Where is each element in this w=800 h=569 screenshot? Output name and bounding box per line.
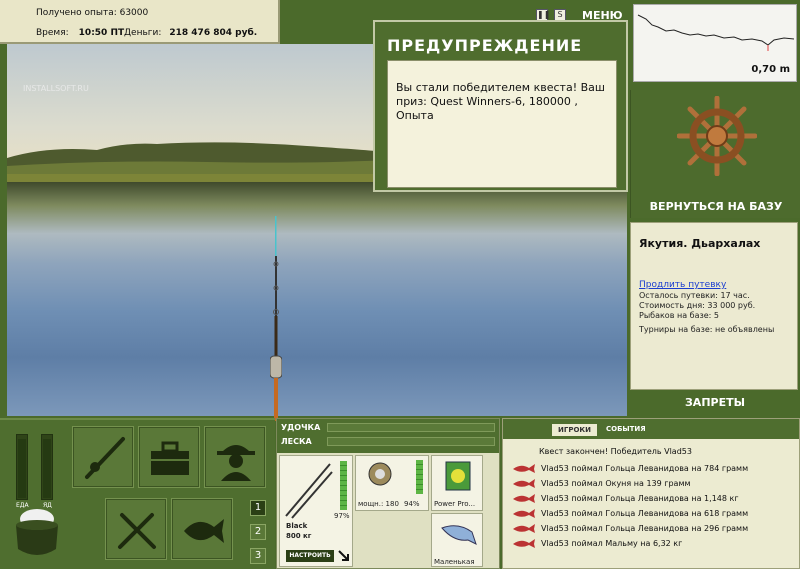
rod-durability-bar bbox=[340, 461, 347, 510]
slot-1[interactable]: 1 bbox=[250, 500, 266, 516]
player-info-bar: Получено опыта: 63000 Время: 10:50 ПТ Ден… bbox=[0, 0, 280, 44]
depth-value: 0,70 m bbox=[751, 64, 790, 75]
rod-label: УДОЧКА bbox=[281, 423, 321, 432]
fish-icon bbox=[513, 464, 535, 473]
permit-remaining: Осталось путевки: 17 час. bbox=[639, 291, 750, 300]
depth-profile: 0,70 m bbox=[633, 4, 797, 82]
rods-button[interactable] bbox=[72, 426, 134, 488]
food-meter bbox=[16, 434, 28, 500]
tackle-box-button[interactable] bbox=[138, 426, 200, 488]
time-value: 10:50 ПТ bbox=[78, 28, 125, 38]
rod-load: 800 кг bbox=[286, 532, 312, 540]
tackle-panel: УДОЧКА ЛЕСКА 97% Black 800 кг НАСТРОИТЬ … bbox=[276, 418, 500, 569]
money-label: Деньги: bbox=[124, 28, 162, 38]
fish-icon bbox=[513, 539, 535, 548]
catch-text: Vlad53 поймал Гольца Леванидова на 296 г… bbox=[541, 524, 749, 533]
list-item: Vlad53 поймал Окуня на 139 грамм bbox=[511, 476, 797, 491]
location-info: Якутия. Дьархалах Продлить путевку Остал… bbox=[630, 222, 798, 390]
warning-dialog[interactable]: ПРЕДУПРЕЖДЕНИЕ Вы стали победителем квес… bbox=[373, 20, 628, 192]
fish-icon bbox=[513, 479, 535, 488]
line-tension-bar bbox=[327, 437, 495, 446]
fish-icon bbox=[184, 519, 224, 543]
knife-fork-icon bbox=[118, 513, 156, 549]
bans-button[interactable]: ЗАПРЕТЫ bbox=[630, 392, 800, 416]
setup-button[interactable]: НАСТРОИТЬ bbox=[286, 550, 334, 562]
list-item: Vlad53 поймал Гольца Леванидова на 296 г… bbox=[511, 521, 797, 536]
money-display: Деньги: 218 476 804 руб. bbox=[124, 28, 257, 38]
reel-percent: 94% bbox=[404, 500, 420, 508]
tackle-box-icon bbox=[151, 441, 189, 475]
rod-name: Black bbox=[286, 522, 308, 530]
catch-text: Vlad53 поймал Гольца Леванидова на 618 г… bbox=[541, 509, 749, 518]
arrow-icon bbox=[338, 550, 349, 561]
bait-pot-icon[interactable] bbox=[10, 505, 64, 561]
rod-image bbox=[285, 463, 333, 519]
list-item: Vlad53 поймал Мальму на 6,32 кг bbox=[511, 536, 797, 551]
day-cost: Стоимость дня: 33 000 руб. bbox=[639, 301, 756, 310]
line-label: ЛЕСКА bbox=[281, 437, 312, 446]
tournaments-status: Турниры на базе: не объявлены bbox=[639, 325, 775, 334]
warning-title: ПРЕДУПРЕЖДЕНИЕ bbox=[387, 36, 583, 55]
watermark-text: INSTALLSOFT.RU bbox=[23, 84, 89, 93]
catch-button[interactable] bbox=[171, 498, 233, 560]
tab-events[interactable]: СОБЫТИЯ bbox=[599, 423, 652, 437]
warning-message: Вы стали победителем квеста! Ваш приз: Q… bbox=[387, 60, 617, 188]
ship-wheel-icon bbox=[677, 96, 757, 176]
poison-meter bbox=[41, 434, 53, 500]
quest-result-text: Квест закончен! Победитель Vlad53 bbox=[539, 447, 692, 456]
lure-name: Маленькая bbox=[434, 558, 475, 566]
fish-icon bbox=[513, 524, 535, 533]
money-value: 218 476 804 руб. bbox=[169, 28, 258, 38]
return-to-base-panel[interactable]: ВЕРНУТЬСЯ НА БАЗУ bbox=[630, 90, 800, 218]
fish-icon bbox=[513, 509, 535, 518]
catch-text: Vlad53 поймал Гольца Леванидова на 1,148… bbox=[541, 494, 739, 503]
fishing-rod[interactable] bbox=[270, 216, 282, 421]
fishing-line-spool-icon bbox=[445, 461, 471, 491]
slot-2[interactable]: 2 bbox=[250, 524, 266, 540]
extend-permit-link[interactable]: Продлить путевку bbox=[639, 280, 789, 290]
reel-slot[interactable]: мощн.: 180 94% bbox=[355, 455, 429, 511]
time-display: Время: 10:50 ПТ bbox=[36, 28, 124, 38]
catch-text: Vlad53 поймал Мальму на 6,32 кг bbox=[541, 539, 683, 548]
lure-slot[interactable]: Маленькая bbox=[431, 513, 483, 567]
rod-slot[interactable]: 97% Black 800 кг НАСТРОИТЬ bbox=[279, 455, 353, 567]
fisherman-icon bbox=[217, 445, 255, 481]
fish-icon bbox=[513, 494, 535, 503]
line-slot[interactable]: Power Pro... bbox=[431, 455, 483, 511]
reel-power: мощн.: 180 bbox=[358, 500, 399, 508]
list-item: Vlad53 поймал Гольца Леванидова на 784 г… bbox=[511, 461, 797, 476]
rod-tension-bar bbox=[327, 423, 495, 432]
return-to-base-button[interactable]: ВЕРНУТЬСЯ НА БАЗУ bbox=[631, 200, 800, 213]
location-name: Якутия. Дьархалах bbox=[639, 237, 761, 250]
anglers-count: Рыбаков на базе: 5 bbox=[639, 311, 719, 320]
time-label: Время: bbox=[36, 28, 69, 38]
lure-icon bbox=[441, 525, 477, 545]
water bbox=[7, 182, 627, 416]
reel-durability-bar bbox=[416, 460, 423, 494]
events-tabs: ИГРОКИ СОБЫТИЯ bbox=[551, 423, 652, 437]
food-button[interactable] bbox=[105, 498, 167, 560]
list-item: Vlad53 поймал Гольца Леванидова на 1,148… bbox=[511, 491, 797, 506]
tab-players[interactable]: ИГРОКИ bbox=[551, 423, 598, 437]
list-item: Vlad53 поймал Гольца Леванидова на 618 г… bbox=[511, 506, 797, 521]
catch-text: Vlad53 поймал Гольца Леванидова на 784 г… bbox=[541, 464, 749, 473]
reel-image bbox=[368, 462, 392, 486]
game-screen: INSTALLSOFT.RU Получено опыта: 63000 Вре… bbox=[0, 0, 800, 569]
experience-text: Получено опыта: 63000 bbox=[36, 8, 149, 18]
catch-text: Vlad53 поймал Окуня на 139 грамм bbox=[541, 479, 691, 488]
slot-3[interactable]: 3 bbox=[250, 548, 266, 564]
events-panel: ИГРОКИ СОБЫТИЯ Квест закончен! Победител… bbox=[502, 418, 800, 569]
line-name: Power Pro... bbox=[434, 500, 476, 508]
rod-percent: 97% bbox=[334, 512, 350, 520]
fisherman-button[interactable] bbox=[204, 426, 266, 488]
catch-list: Vlad53 поймал Гольца Леванидова на 784 г… bbox=[511, 461, 797, 551]
fishing-rod-icon bbox=[85, 437, 125, 479]
